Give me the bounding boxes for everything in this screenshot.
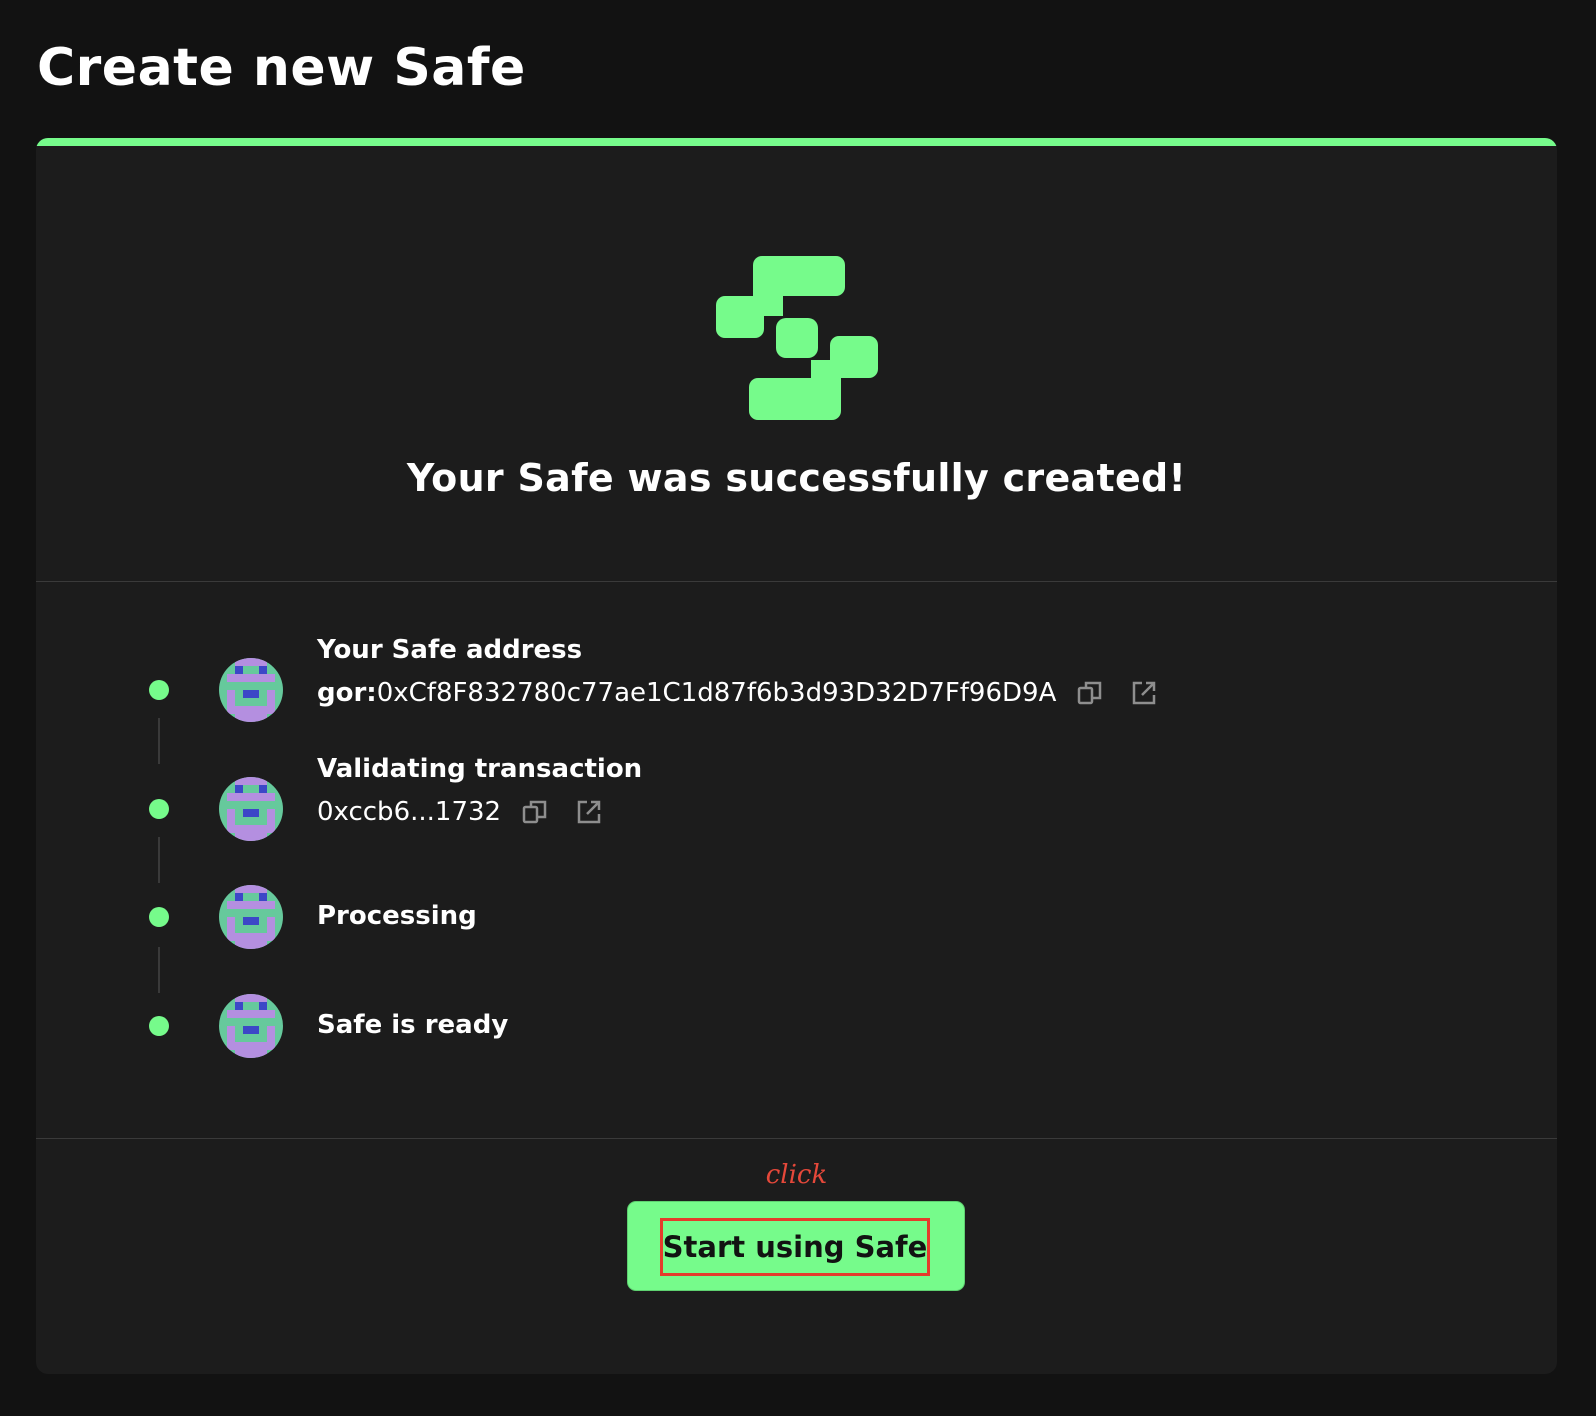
transaction-hash: 0xccb6...1732 [317, 797, 603, 827]
step-status-dot [149, 680, 169, 700]
safe-address: gor: 0xCf8F832780c77ae1C1d87f6b3d93D32D7… [317, 678, 1158, 708]
safe-creation-card: Your Safe was successfully created! Your… [36, 138, 1557, 1374]
start-using-safe-button[interactable]: Start using Safe [628, 1202, 964, 1290]
safe-logo-icon [716, 256, 878, 420]
step-connector [158, 947, 160, 993]
external-link-icon[interactable] [1130, 679, 1158, 707]
success-title: Your Safe was successfully created! [406, 456, 1187, 500]
divider-bottom [36, 1138, 1557, 1139]
start-using-safe-label: Start using Safe [660, 1218, 930, 1276]
step-label: Safe is ready [317, 1010, 509, 1040]
identicon-avatar [219, 885, 283, 949]
page-title: Create new Safe [37, 38, 526, 98]
copy-icon[interactable] [521, 798, 549, 826]
click-annotation: click [765, 1160, 828, 1190]
progress-bar-fill [36, 138, 1557, 146]
identicon-avatar [219, 994, 283, 1058]
step-label: Validating transaction [317, 754, 643, 784]
address-value: 0xCf8F832780c77ae1C1d87f6b3d93D32D7Ff96D… [376, 678, 1057, 708]
step-label: Your Safe address [317, 635, 583, 665]
step-status-dot [149, 1016, 169, 1036]
step-status-dot [149, 907, 169, 927]
step-status-dot [149, 799, 169, 819]
step-connector [158, 718, 160, 764]
identicon-avatar [219, 658, 283, 722]
external-link-icon[interactable] [575, 798, 603, 826]
network-prefix: gor: [317, 678, 377, 708]
step-label: Processing [317, 901, 477, 931]
divider-top [36, 581, 1557, 582]
step-connector [158, 837, 160, 883]
progress-bar [36, 138, 1557, 146]
copy-icon[interactable] [1076, 679, 1104, 707]
transaction-hash-value: 0xccb6...1732 [317, 797, 502, 827]
identicon-avatar [219, 777, 283, 841]
